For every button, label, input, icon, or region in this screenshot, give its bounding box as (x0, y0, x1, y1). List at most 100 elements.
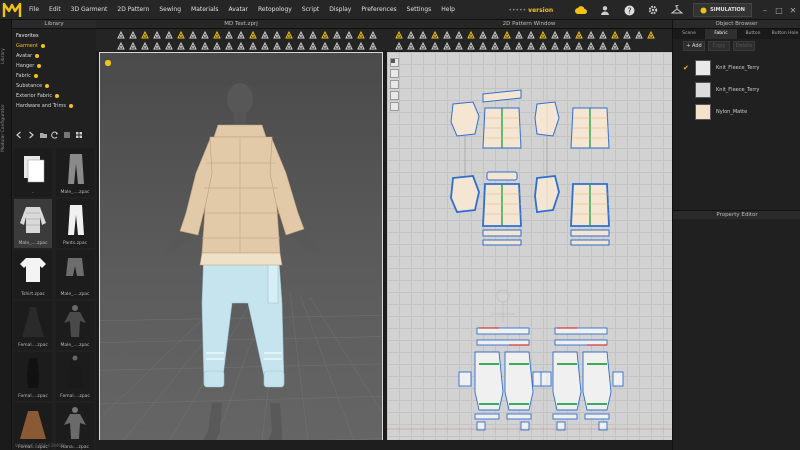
vertical-tab-modular-configurator[interactable]: Modular Configurator (1, 72, 11, 152)
3d-tool-icon[interactable] (176, 30, 185, 39)
3d-tool-icon[interactable] (116, 30, 125, 39)
2d-tool-icon[interactable] (598, 30, 607, 39)
2d-tool-icon[interactable] (490, 41, 499, 50)
menu-display[interactable]: Display (324, 0, 356, 20)
2d-tool-icon[interactable] (550, 41, 559, 50)
3d-tool-icon[interactable] (332, 41, 341, 50)
2d-tool-icon[interactable] (538, 41, 547, 50)
library-tree-item[interactable]: Garment (16, 41, 96, 51)
pattern-view-tool-icon[interactable] (390, 59, 399, 89)
3d-tool-icon[interactable] (188, 30, 197, 39)
library-thumbnail[interactable]: Pants.zpac (56, 199, 94, 248)
2d-tool-icon[interactable] (442, 41, 451, 50)
2d-tool-icon[interactable] (634, 30, 643, 39)
library-tree-item[interactable]: Hanger (16, 61, 96, 71)
3d-tool-icon[interactable] (212, 41, 221, 50)
menu-script[interactable]: Script (297, 0, 324, 20)
3d-tool-icon[interactable] (176, 41, 185, 50)
menu-3d-garment[interactable]: 3D Garment (66, 0, 113, 20)
account-icon[interactable] (598, 3, 612, 17)
viewport-tool-icon[interactable] (104, 60, 113, 128)
2d-tool-icon[interactable] (538, 30, 547, 39)
3d-tool-icon[interactable] (320, 41, 329, 50)
3d-tool-icon[interactable] (320, 30, 329, 39)
3d-tool-icon[interactable] (128, 41, 137, 50)
2d-tool-icon[interactable] (478, 41, 487, 50)
2d-tool-icon[interactable] (418, 41, 427, 50)
library-thumbnail[interactable]: Male_....zpac (14, 199, 52, 248)
menu-preferences[interactable]: Preferences (356, 0, 401, 20)
3d-tool-icon[interactable] (212, 30, 221, 39)
2d-tool-icon[interactable] (622, 41, 631, 50)
2d-tool-icon[interactable] (610, 30, 619, 39)
2d-tool-icon[interactable] (406, 41, 415, 50)
2d-tool-icon[interactable] (562, 30, 571, 39)
viewport-tool-icon[interactable] (104, 60, 113, 152)
2d-tool-icon[interactable] (454, 41, 463, 50)
2d-tool-icon[interactable] (574, 41, 583, 50)
3d-tool-icon[interactable] (224, 41, 233, 50)
3d-tool-icon[interactable] (116, 41, 125, 50)
library-thumbnail[interactable]: Femal....zpac (14, 352, 52, 401)
viewport-tool-icon[interactable] (104, 60, 113, 92)
library-thumbnail[interactable]: .. (14, 148, 52, 197)
3d-tool-icon[interactable] (296, 30, 305, 39)
menu-2d-pattern[interactable]: 2D Pattern (112, 0, 154, 20)
cloud-icon[interactable] (574, 3, 588, 17)
3d-tool-icon[interactable] (284, 41, 293, 50)
2d-tool-icon[interactable] (622, 30, 631, 39)
2d-tool-icon[interactable] (586, 41, 595, 50)
3d-tool-icon[interactable] (128, 30, 137, 39)
3d-tool-icon[interactable] (140, 41, 149, 50)
tab-scene[interactable]: Scene (673, 29, 705, 39)
3d-tool-icon[interactable] (164, 30, 173, 39)
gear-icon[interactable] (646, 3, 660, 17)
2d-tool-icon[interactable] (610, 41, 619, 50)
3d-tool-icon[interactable] (236, 30, 245, 39)
3d-tool-icon[interactable] (236, 41, 245, 50)
viewport-tool-icon[interactable] (104, 60, 113, 140)
menu-sewing[interactable]: Sewing (154, 0, 186, 20)
library-thumbnail[interactable]: Male_....zpac (56, 250, 94, 299)
close-window-button[interactable]: ✕ (786, 3, 800, 17)
tab-button-hole[interactable]: Button Hole (769, 29, 800, 39)
3d-tool-icon[interactable] (308, 30, 317, 39)
pattern-view-tool-icon[interactable] (390, 59, 399, 78)
version-label[interactable]: version (528, 7, 553, 14)
viewport-tool-icon[interactable] (104, 60, 113, 116)
library-tree-item[interactable]: Avatar (16, 51, 96, 61)
2d-tool-icon[interactable] (586, 30, 595, 39)
3d-tool-icon[interactable] (188, 41, 197, 50)
library-tree-item[interactable]: Exterior Fabric (16, 91, 96, 101)
2d-tool-icon[interactable] (418, 30, 427, 39)
tab-button[interactable]: Button (737, 29, 769, 39)
library-tree-item[interactable]: Hardware and Trims (16, 101, 96, 111)
3d-tool-icon[interactable] (368, 41, 377, 50)
add-button[interactable]: + Add (683, 41, 705, 51)
2d-tool-icon[interactable] (526, 30, 535, 39)
minimize-window-button[interactable]: – (758, 3, 772, 17)
maximize-window-button[interactable]: □ (772, 3, 786, 17)
2d-tool-icon[interactable] (514, 30, 523, 39)
2d-tool-icon[interactable] (646, 30, 655, 39)
tab-fabric[interactable]: Fabric (705, 29, 737, 39)
2d-tool-icon[interactable] (454, 30, 463, 39)
simulation-toggle-button[interactable]: SIMULATION (693, 3, 752, 17)
3d-tool-icon[interactable] (140, 30, 149, 39)
3d-tool-icon[interactable] (332, 30, 341, 39)
copy-button[interactable]: Copy (708, 41, 730, 51)
3d-tool-icon[interactable] (248, 30, 257, 39)
3d-tool-icon[interactable] (308, 41, 317, 50)
2d-tool-icon[interactable] (394, 30, 403, 39)
2d-tool-icon[interactable] (598, 41, 607, 50)
viewport-tool-icon[interactable] (104, 60, 113, 104)
delete-button[interactable]: Delete (733, 41, 755, 51)
library-thumbnail[interactable]: Male_....zpac (56, 301, 94, 350)
fabric-list-item[interactable]: Knit_Fleece_Terry (683, 80, 798, 100)
help-icon[interactable]: ? (622, 3, 636, 17)
hanger-icon[interactable] (670, 3, 684, 17)
3d-tool-icon[interactable] (200, 30, 209, 39)
2d-tool-icon[interactable] (466, 30, 475, 39)
2d-tool-icon[interactable] (550, 30, 559, 39)
3d-tool-icon[interactable] (152, 41, 161, 50)
